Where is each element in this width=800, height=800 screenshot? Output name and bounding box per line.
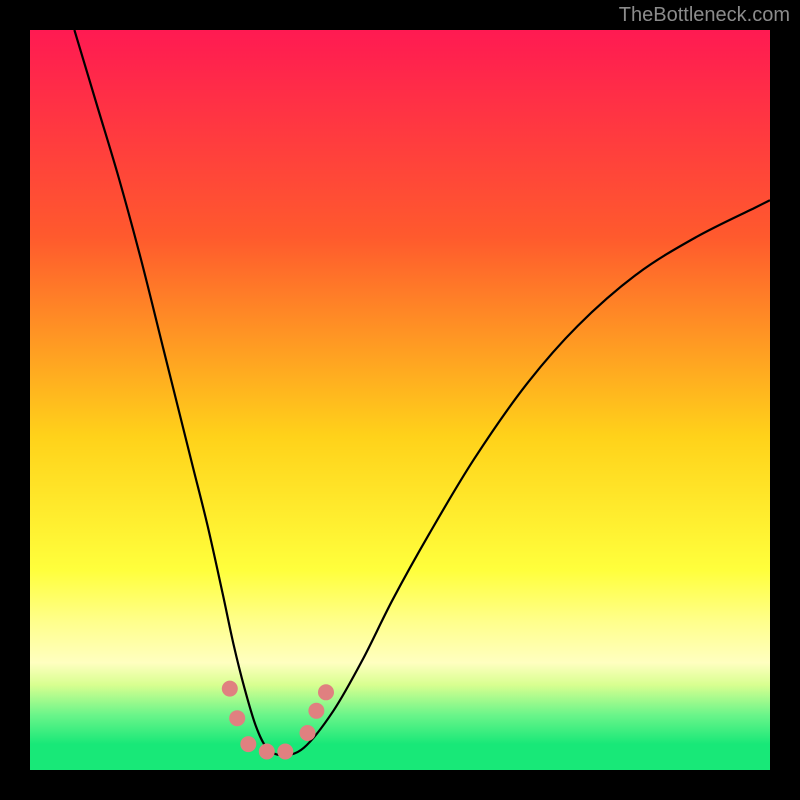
highlight-marker <box>300 725 316 741</box>
highlight-marker <box>222 681 238 697</box>
watermark-text: TheBottleneck.com <box>619 4 790 27</box>
highlight-marker <box>259 744 275 760</box>
highlight-marker <box>277 744 293 760</box>
highlight-marker <box>308 703 324 719</box>
chart-background <box>30 30 770 770</box>
chart-svg <box>30 30 770 770</box>
chart-plot-area <box>30 30 770 770</box>
highlight-marker <box>229 710 245 726</box>
highlight-marker <box>318 684 334 700</box>
highlight-marker <box>240 736 256 752</box>
